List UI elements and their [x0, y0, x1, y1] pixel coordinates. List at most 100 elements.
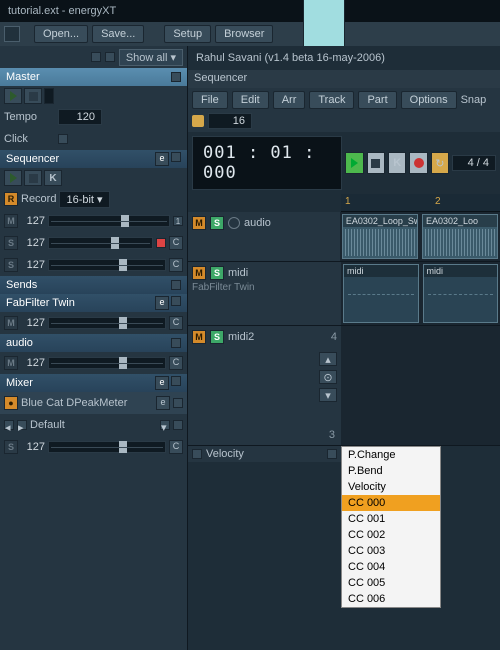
loop-button[interactable]: ↻ — [431, 152, 449, 174]
mute-button[interactable]: M — [192, 266, 206, 280]
midi2-lane[interactable] — [341, 326, 500, 445]
midi-lane[interactable]: midi midi — [341, 262, 500, 325]
snap-label: Snap — [461, 94, 487, 106]
c-button[interactable]: C — [169, 258, 183, 272]
time-display[interactable]: 001 : 01 : 000 — [192, 136, 342, 190]
dropdown-item[interactable]: CC 000 — [342, 495, 440, 511]
dropdown-item[interactable]: CC 001 — [342, 511, 440, 527]
e-button[interactable]: e — [155, 152, 169, 166]
track-menu[interactable]: Track — [309, 91, 354, 109]
min-icon[interactable] — [171, 280, 181, 290]
solo-button[interactable]: S — [210, 330, 224, 344]
stop-button[interactable] — [24, 88, 42, 104]
volume-slider[interactable] — [48, 259, 166, 271]
plugin-icon[interactable]: ● — [4, 396, 18, 410]
master-header[interactable]: Master — [0, 68, 187, 86]
audio-clip[interactable]: EA0302_Loo — [422, 214, 498, 259]
volume-slider[interactable] — [48, 215, 170, 227]
edit-menu[interactable]: Edit — [232, 91, 269, 109]
volume-slider[interactable] — [48, 357, 166, 369]
dropdown-item[interactable]: CC 004 — [342, 559, 440, 575]
solo-button[interactable]: S — [210, 216, 224, 230]
timeline-ruler[interactable]: 1 2 — [341, 194, 500, 212]
browser-button[interactable]: Browser — [215, 25, 273, 43]
collapse-icon[interactable] — [91, 52, 101, 62]
track-name[interactable]: audio — [244, 217, 271, 229]
solo-button[interactable]: S — [4, 236, 18, 250]
dropdown-icon[interactable] — [327, 449, 337, 459]
pan-2[interactable] — [156, 238, 166, 248]
fabfilter-header[interactable]: FabFilter Twin e — [0, 294, 187, 312]
preset-label[interactable]: Default — [30, 419, 157, 431]
showall-button[interactable]: Show all ▾ — [119, 49, 183, 66]
dropdown-item[interactable]: CC 006 — [342, 591, 440, 607]
monitor-icon[interactable] — [228, 217, 240, 229]
right-panel: Rahul Savani (v1.4 beta 16-may-2006) Seq… — [188, 46, 500, 650]
mute-button[interactable]: M — [192, 216, 206, 230]
dropdown-item[interactable]: P.Bend — [342, 463, 440, 479]
solo-button[interactable]: S — [4, 258, 18, 272]
rewind-button[interactable]: K — [44, 170, 62, 186]
title-bar: tutorial.ext - energyXT — [0, 0, 500, 22]
app-icon[interactable] — [4, 26, 20, 42]
meter-icon — [44, 88, 54, 104]
arr-menu[interactable]: Arr — [273, 91, 306, 109]
mute-button[interactable]: M — [192, 330, 206, 344]
audio-clip[interactable]: EA0302_Loop_Sway — [342, 214, 418, 259]
volume-slider[interactable] — [48, 441, 166, 453]
min-icon[interactable] — [171, 72, 181, 82]
sequencer-header[interactable]: Sequencer e — [0, 150, 187, 168]
rewind-button[interactable]: K — [388, 152, 406, 174]
audio-header[interactable]: audio — [0, 334, 187, 352]
part-menu[interactable]: Part — [358, 91, 396, 109]
min-icon[interactable] — [171, 152, 181, 162]
record-arm[interactable]: R — [4, 192, 18, 206]
mixer-header[interactable]: Mixer e — [0, 374, 187, 392]
options-menu[interactable]: Options — [401, 91, 457, 109]
volume-slider[interactable] — [48, 237, 153, 249]
down-button[interactable]: ▾ — [319, 388, 337, 402]
track-midi2: M S midi2 4 ▴ ⊙ ▾ 3 — [188, 326, 500, 446]
setup-button[interactable]: Setup — [164, 25, 211, 43]
audio-lane[interactable]: EA0302_Loop_Sway EA0302_Loo — [340, 212, 500, 261]
click-toggle[interactable] — [58, 134, 68, 144]
play-button[interactable] — [345, 152, 363, 174]
midi-clip[interactable]: midi — [343, 264, 419, 323]
next-button[interactable]: ▸ — [17, 420, 27, 430]
bitdepth-select[interactable]: 16-bit ▾ — [59, 191, 109, 208]
dropdown-item[interactable]: CC 002 — [342, 527, 440, 543]
snap-value[interactable]: 16 — [208, 113, 252, 129]
velocity-dropdown[interactable]: P.ChangeP.BendVelocityCC 000CC 001CC 002… — [341, 446, 441, 608]
stop-button[interactable] — [367, 152, 385, 174]
track-name[interactable]: midi — [228, 267, 248, 279]
prev-button[interactable]: ◂ — [4, 420, 14, 430]
time-sig[interactable]: 4 / 4 — [452, 155, 496, 171]
record-button[interactable] — [409, 152, 427, 174]
c-button[interactable]: C — [169, 236, 183, 250]
dropdown-item[interactable]: Velocity — [342, 479, 440, 495]
snap-toggle[interactable] — [192, 115, 204, 127]
solo-button[interactable]: S — [210, 266, 224, 280]
expand-icon[interactable] — [105, 52, 115, 62]
play-button[interactable] — [4, 170, 22, 186]
dropdown-item[interactable]: CC 003 — [342, 543, 440, 559]
tempo-value[interactable]: 120 — [58, 109, 102, 125]
velocity-label[interactable]: Velocity — [206, 448, 323, 460]
play-button[interactable] — [4, 88, 22, 104]
e-button[interactable]: e — [156, 396, 170, 410]
dropdown-item[interactable]: CC 005 — [342, 575, 440, 591]
stop-button[interactable] — [24, 170, 42, 186]
up-button[interactable]: ▴ — [319, 352, 337, 366]
open-button[interactable]: Open... — [34, 25, 88, 43]
midi-clip[interactable]: midi — [423, 264, 499, 323]
dropdown-item[interactable]: P.Change — [342, 447, 440, 463]
collapse-icon[interactable] — [192, 449, 202, 459]
save-button[interactable]: Save... — [92, 25, 144, 43]
sends-header[interactable]: Sends — [0, 276, 187, 294]
track-name[interactable]: midi2 — [228, 331, 254, 343]
mute-button[interactable]: M — [4, 214, 18, 228]
pan-1[interactable]: 1 — [173, 216, 183, 226]
zoom-button[interactable]: ⊙ — [319, 370, 337, 384]
volume-slider[interactable] — [48, 317, 166, 329]
file-menu[interactable]: File — [192, 91, 228, 109]
